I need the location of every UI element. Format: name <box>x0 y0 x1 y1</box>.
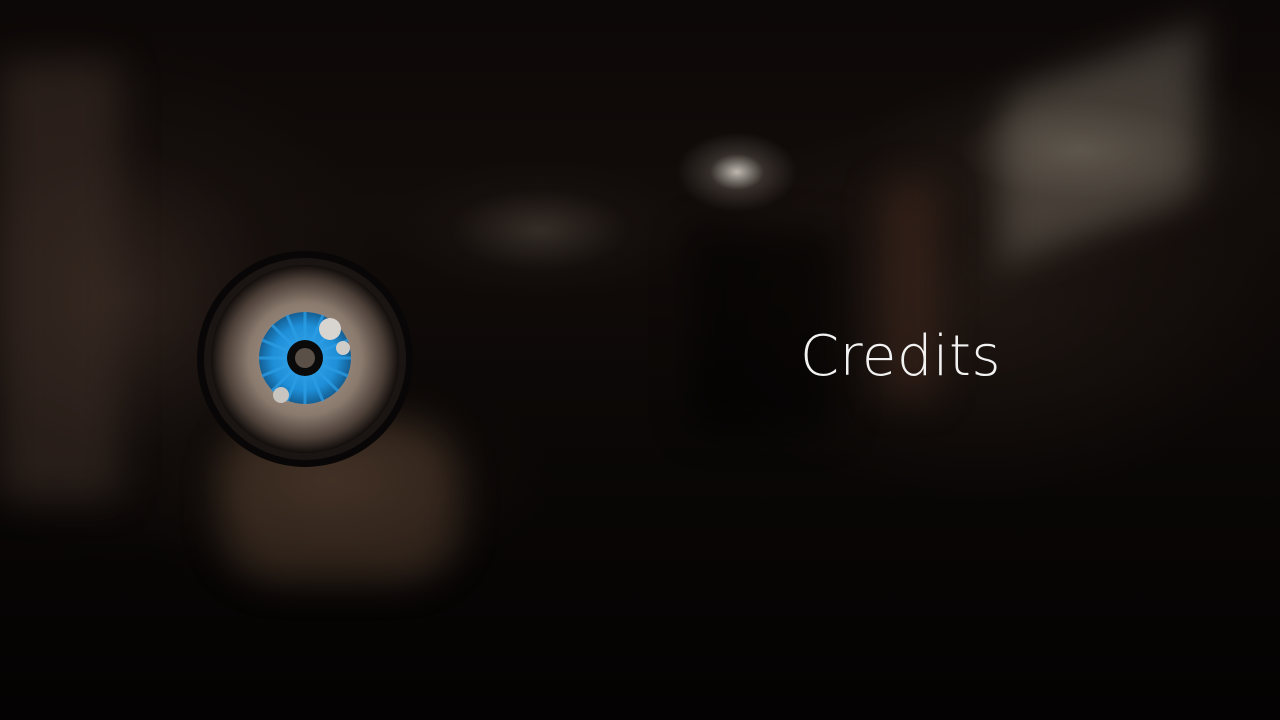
page-title: Credits <box>800 324 1002 389</box>
credits-screen: Credits <box>0 0 1280 720</box>
eye-icon <box>197 251 413 467</box>
background-window-right <box>1000 23 1200 267</box>
background-shelf-left <box>0 60 120 500</box>
